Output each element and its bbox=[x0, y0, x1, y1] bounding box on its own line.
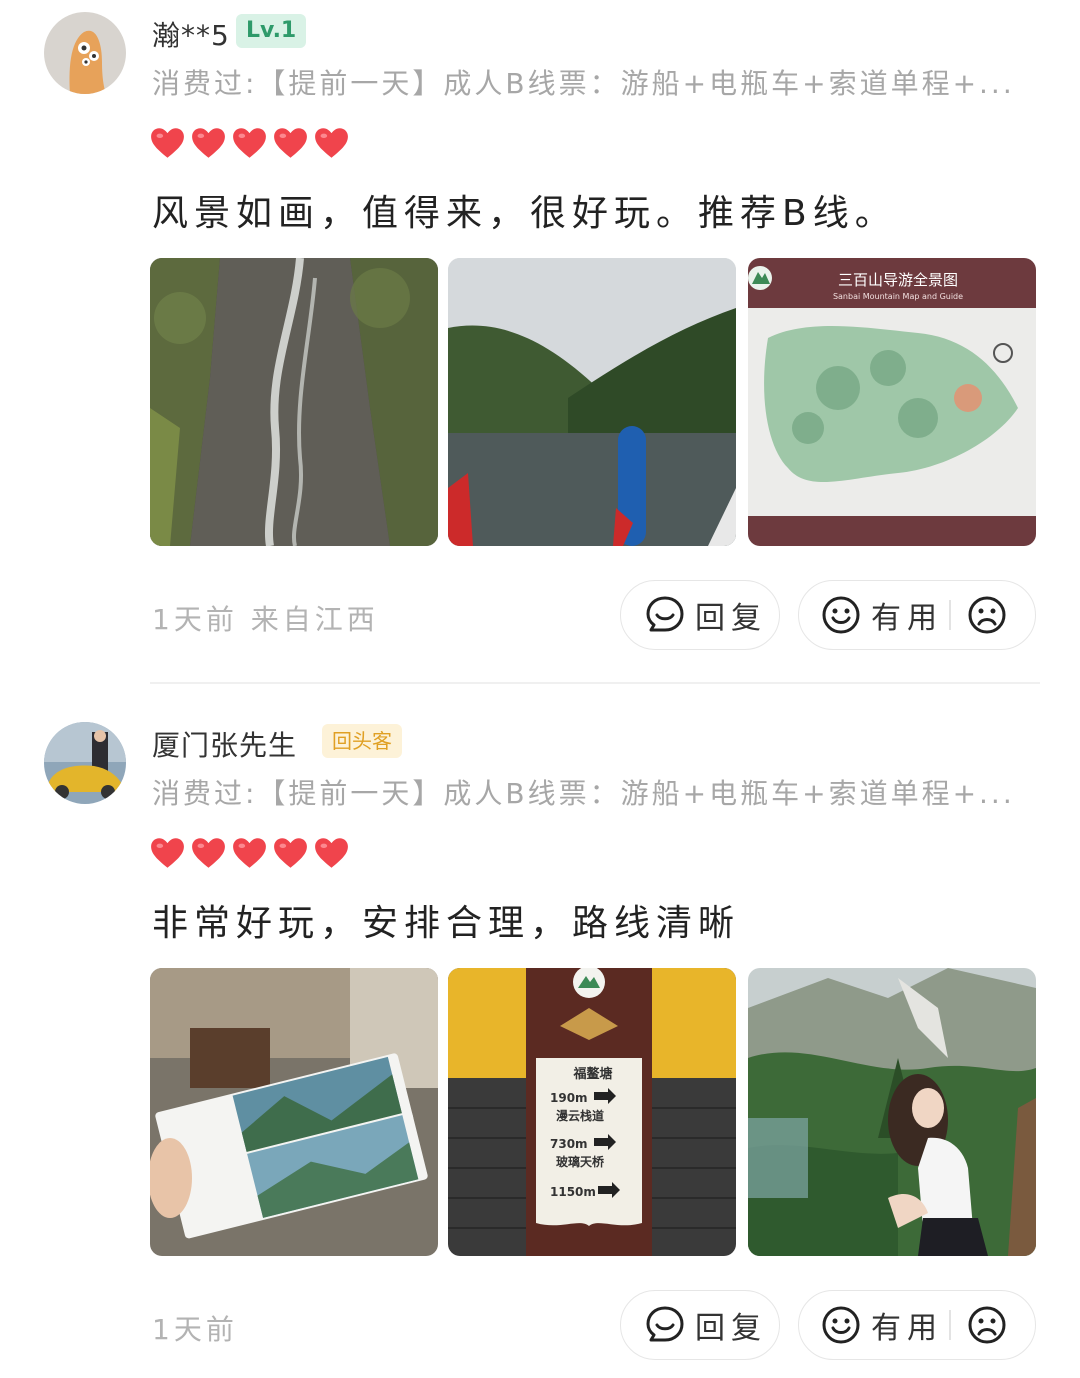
review-text: 非常好玩，安排合理，路线清晰 bbox=[152, 903, 741, 944]
review-meta: 1天前 bbox=[152, 1313, 238, 1346]
useful-button[interactable]: 有用 bbox=[798, 1290, 1036, 1360]
waterfall-photo[interactable] bbox=[150, 258, 438, 546]
reply-icon bbox=[646, 1306, 684, 1342]
reply-label: 回复 bbox=[695, 1311, 767, 1346]
useful-label: 有用 bbox=[871, 601, 943, 636]
useful-button[interactable]: 有用 bbox=[798, 580, 1036, 650]
returning-customer-badge: 回头客 bbox=[322, 724, 402, 758]
username[interactable]: 瀚**5 bbox=[152, 14, 230, 54]
frown-icon[interactable] bbox=[967, 1305, 1007, 1345]
heart-icon bbox=[233, 838, 266, 868]
review-divider bbox=[150, 682, 1040, 684]
username[interactable]: 厦门张先生 bbox=[152, 724, 297, 764]
heart-icon bbox=[315, 128, 348, 158]
reply-icon bbox=[646, 596, 684, 632]
heart-icon bbox=[233, 128, 266, 158]
park-map-photo[interactable]: 三百山导游全景图 Sanbai Mountain Map and Guide bbox=[748, 258, 1036, 546]
smile-icon bbox=[822, 596, 860, 634]
sign-dist-2: 730m bbox=[550, 1137, 588, 1151]
review-text: 风景如画，值得来，很好玩。推荐B线。 bbox=[152, 193, 897, 234]
scenic-portrait-photo[interactable] bbox=[748, 968, 1036, 1256]
sign-dist-3: 1150m bbox=[550, 1185, 596, 1199]
review-card: 厦门张先生 回头客 消费过:【提前一天】成人B线票：游船+电瓶车+索道单程+..… bbox=[0, 710, 1080, 1378]
reply-button[interactable]: 回复 bbox=[620, 580, 780, 650]
reply-label: 回复 bbox=[695, 601, 767, 636]
heart-icon bbox=[315, 838, 348, 868]
heart-icon bbox=[274, 128, 307, 158]
sign-place-2: 漫云栈道 bbox=[556, 1108, 604, 1123]
sign-place-1: 福鳌塘 bbox=[572, 1066, 612, 1082]
smile-icon bbox=[822, 1306, 860, 1344]
divider bbox=[949, 1310, 951, 1340]
heart-icon bbox=[192, 838, 225, 868]
avatar[interactable] bbox=[44, 722, 126, 804]
sign-dist-1: 190m bbox=[550, 1091, 588, 1105]
map-subtitle: Sanbai Mountain Map and Guide bbox=[833, 292, 963, 301]
review-card: 瀚**5 Lv.1 消费过:【提前一天】成人B线票：游船+电瓶车+索道单程+..… bbox=[0, 0, 1080, 684]
useful-label: 有用 bbox=[871, 1311, 943, 1346]
signpost-photo[interactable]: 福鳌塘 190m 漫云栈道 730m 玻璃天桥 1150m bbox=[448, 968, 736, 1256]
frown-icon[interactable] bbox=[967, 595, 1007, 635]
heart-icon bbox=[151, 128, 184, 158]
review-meta: 1天前 来自江西 bbox=[152, 603, 379, 636]
heart-icon bbox=[192, 128, 225, 158]
level-badge: Lv.1 bbox=[236, 14, 307, 48]
tickets-photo[interactable] bbox=[150, 968, 438, 1256]
rating-hearts bbox=[150, 126, 349, 162]
purchase-info[interactable]: 消费过:【提前一天】成人B线票：游船+电瓶车+索道单程+... bbox=[152, 772, 1015, 812]
avatar[interactable] bbox=[44, 12, 126, 94]
map-title: 三百山导游全景图 bbox=[838, 271, 958, 289]
lake-photo[interactable] bbox=[448, 258, 736, 546]
purchase-info[interactable]: 消费过:【提前一天】成人B线票：游船+电瓶车+索道单程+... bbox=[152, 62, 1015, 102]
heart-icon bbox=[151, 838, 184, 868]
divider bbox=[949, 600, 951, 630]
heart-icon bbox=[274, 838, 307, 868]
sign-place-3: 玻璃天桥 bbox=[556, 1154, 605, 1169]
rating-hearts bbox=[150, 836, 349, 872]
reply-button[interactable]: 回复 bbox=[620, 1290, 780, 1360]
